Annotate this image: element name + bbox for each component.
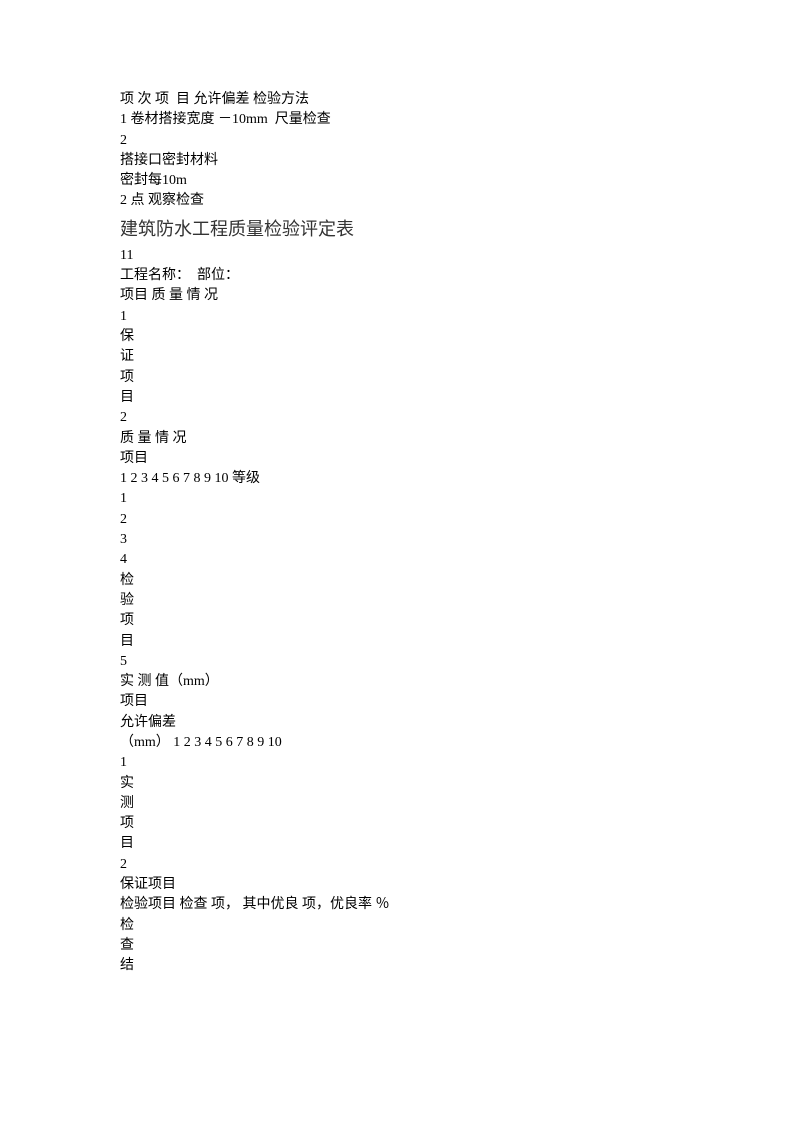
rank-sequence: 1 2 3 4 5 6 7 8 9 10 等级	[120, 469, 794, 489]
num-11: 11	[120, 246, 794, 266]
measured-value-label: 实 测 值（mm）	[120, 672, 794, 692]
num-1c: 1	[120, 753, 794, 773]
item-quality-label: 项目 质 量 情 况	[120, 286, 794, 306]
table-row-1: 1 卷材搭接宽度 －10mm 尺量检查	[120, 110, 794, 130]
vert-yan: 验	[120, 591, 794, 611]
allowed-deviation: 允许偏差	[120, 713, 794, 733]
document-title: 建筑防水工程质量检验评定表	[120, 216, 794, 242]
vert-cha: 查	[120, 936, 794, 956]
num-1b: 1	[120, 489, 794, 509]
mm-sequence: （mm） 1 2 3 4 5 6 7 8 9 10	[120, 733, 794, 753]
table-row-2-method: 2 点 观察检查	[120, 191, 794, 211]
table-row-2-detail: 密封每10m	[120, 171, 794, 191]
guarantee-item: 保证项目	[120, 875, 794, 895]
vert-bao: 保	[120, 327, 794, 347]
item-label-2: 项目	[120, 692, 794, 712]
num-2b: 2	[120, 510, 794, 530]
num-2: 2	[120, 408, 794, 428]
vert-xiang2: 项	[120, 611, 794, 631]
num-5: 5	[120, 652, 794, 672]
table-row-2-item: 搭接口密封材料	[120, 151, 794, 171]
table-row-2-num: 2	[120, 131, 794, 151]
num-3: 3	[120, 530, 794, 550]
vert-ce: 测	[120, 794, 794, 814]
inspection-line: 检验项目 检查 项， 其中优良 项，优良率 ％	[120, 895, 794, 915]
num-4: 4	[120, 550, 794, 570]
project-name-label: 工程名称： 部位：	[120, 266, 794, 286]
vert-jian: 检	[120, 571, 794, 591]
quality-label: 质 量 情 况	[120, 429, 794, 449]
num-2c: 2	[120, 855, 794, 875]
vert-zheng: 证	[120, 347, 794, 367]
vert-mu3: 目	[120, 834, 794, 854]
vert-xiang3: 项	[120, 814, 794, 834]
item-label: 项目	[120, 449, 794, 469]
vert-jie: 结	[120, 956, 794, 976]
vert-mu2: 目	[120, 632, 794, 652]
vert-jian2: 检	[120, 916, 794, 936]
num-1: 1	[120, 307, 794, 327]
vert-shi: 实	[120, 774, 794, 794]
table-header: 项 次 项 目 允许偏差 检验方法	[120, 90, 794, 110]
vert-mu: 目	[120, 388, 794, 408]
vert-xiang: 项	[120, 368, 794, 388]
